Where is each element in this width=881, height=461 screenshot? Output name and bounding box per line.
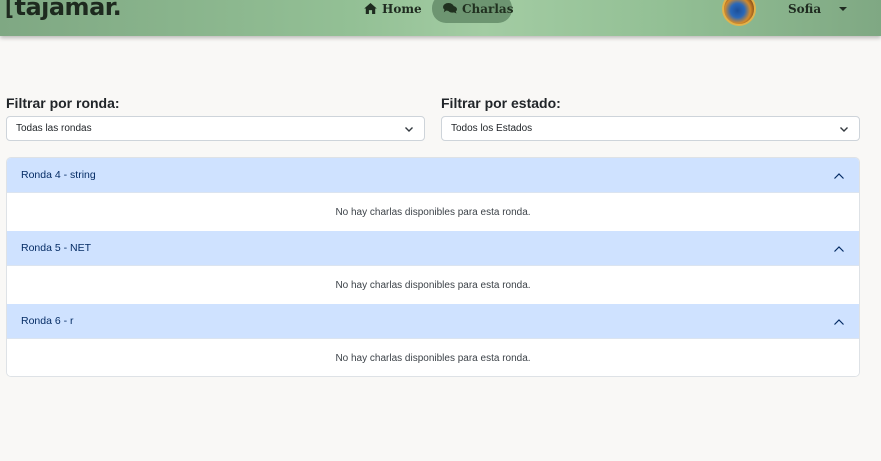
brand-logo[interactable]: [tajamar. — [4, 0, 122, 21]
rondas-accordion: Ronda 4 - string No hay charlas disponib… — [6, 157, 860, 377]
accordion-header-ronda-6[interactable]: Ronda 6 - r — [7, 304, 859, 339]
comments-icon — [443, 3, 457, 14]
filter-ronda-select[interactable]: Todas las rondas — [6, 116, 425, 141]
accordion-title: Ronda 4 - string — [21, 169, 96, 181]
empty-message: No hay charlas disponibles para esta ron… — [335, 279, 531, 291]
chevron-up-icon — [834, 319, 844, 325]
user-menu-caret-icon[interactable] — [839, 7, 847, 11]
accordion-title: Ronda 5 - NET — [21, 242, 92, 254]
user-name[interactable]: Sofia — [788, 2, 821, 16]
chevron-down-icon — [840, 127, 848, 132]
accordion-body-ronda-4: No hay charlas disponibles para esta ron… — [7, 193, 859, 231]
empty-message: No hay charlas disponibles para esta ron… — [335, 206, 531, 218]
brand-bracket: [ — [5, 0, 14, 21]
chevron-down-icon — [405, 127, 413, 132]
filter-estado-select[interactable]: Todos los Estados — [441, 116, 860, 141]
accordion-title: Ronda 6 - r — [21, 315, 74, 327]
chevron-up-icon — [834, 246, 844, 252]
accordion-body-ronda-5: No hay charlas disponibles para esta ron… — [7, 266, 859, 304]
nav-home-link[interactable]: Home — [364, 0, 422, 23]
filter-ronda-value: Todas las rondas — [16, 123, 92, 134]
filter-ronda-label: Filtrar por ronda: — [6, 95, 120, 111]
accordion-header-ronda-4[interactable]: Ronda 4 - string — [7, 158, 859, 193]
filter-estado-label: Filtrar por estado: — [441, 95, 561, 111]
empty-message: No hay charlas disponibles para esta ron… — [335, 352, 531, 364]
filter-estado-value: Todos los Estados — [451, 123, 533, 134]
home-icon — [364, 3, 377, 14]
nav-charlas-link[interactable]: Charlas — [432, 0, 514, 23]
accordion-header-ronda-5[interactable]: Ronda 5 - NET — [7, 231, 859, 266]
chevron-up-icon — [834, 173, 844, 179]
accordion-body-ronda-6: No hay charlas disponibles para esta ron… — [7, 339, 859, 376]
navbar: [tajamar. Home Charlas Sofia — [0, 0, 881, 36]
user-avatar[interactable] — [722, 0, 756, 26]
nav-home-label: Home — [382, 1, 422, 16]
brand-text: tajamar. — [14, 0, 122, 21]
nav-charlas-label: Charlas — [462, 1, 514, 16]
